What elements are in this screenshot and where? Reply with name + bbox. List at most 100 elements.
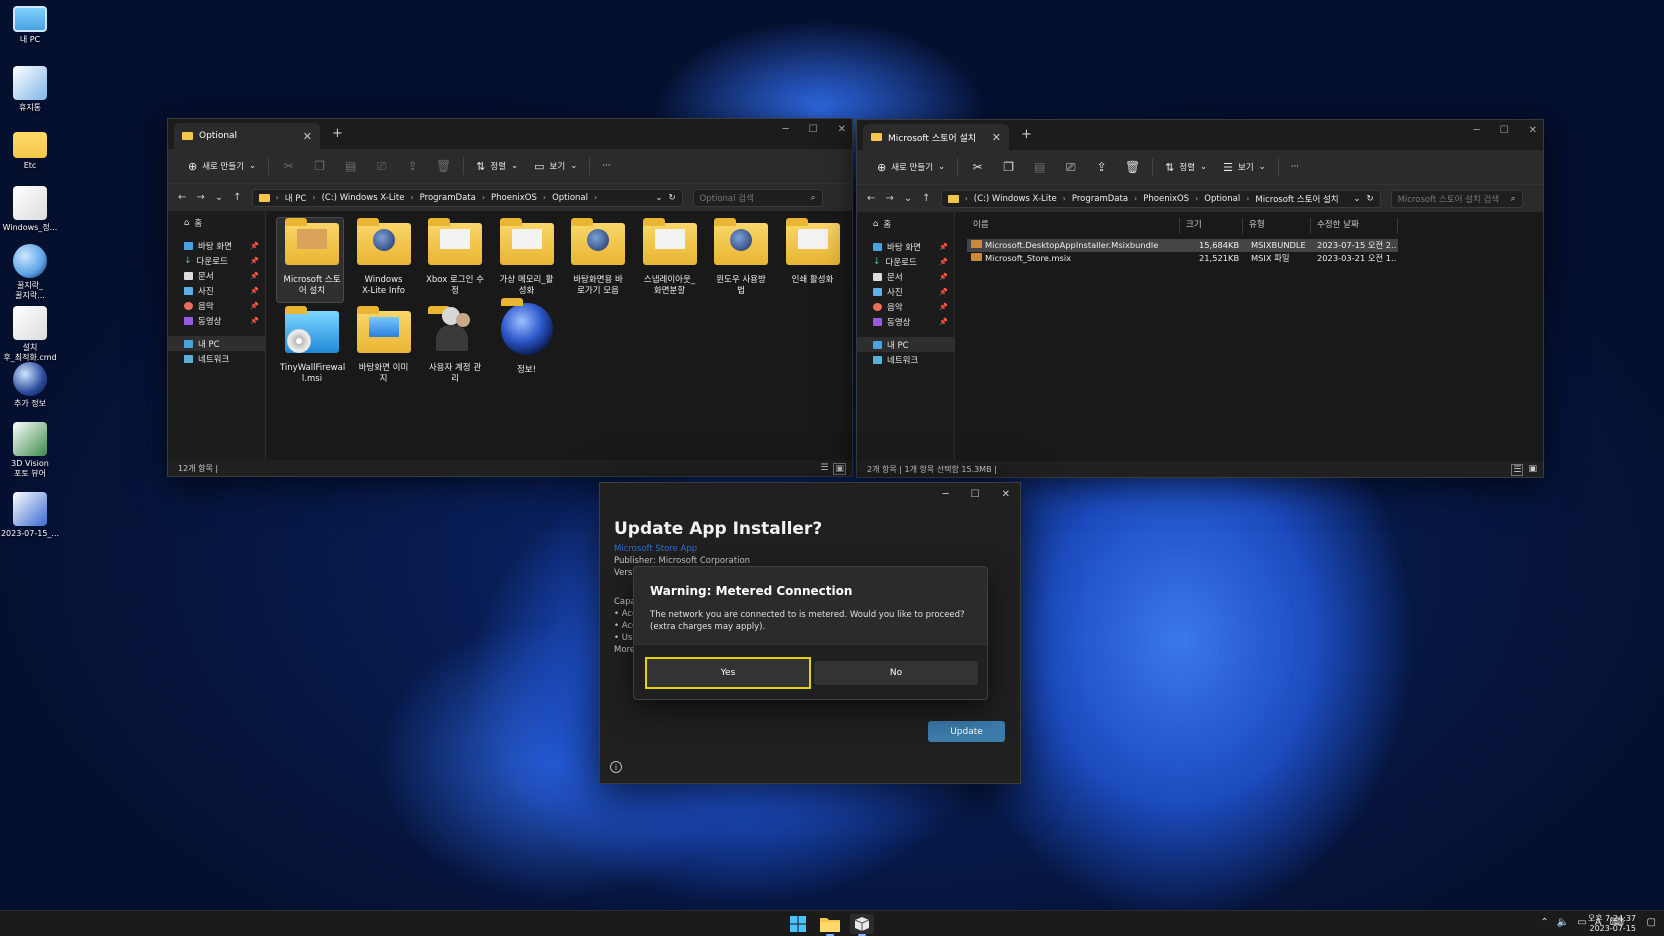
nav-videos[interactable]: 동영상 📌	[168, 313, 265, 328]
delete-button[interactable]: 🗑	[428, 154, 459, 178]
details-view-icon[interactable]: ☰	[1511, 464, 1524, 476]
sort-button[interactable]: ⇅ 정렬 ⌄	[1157, 155, 1215, 179]
notification-icon[interactable]: ▢	[1647, 917, 1656, 928]
file-grid-item[interactable]: 사용자 계정 관 리	[423, 306, 487, 385]
yes-button[interactable]: Yes	[645, 657, 811, 689]
file-grid-item[interactable]: 정보!	[495, 298, 559, 376]
copy-button[interactable]: ❐	[304, 154, 335, 178]
nav-videos[interactable]: 동영상 📌	[857, 314, 954, 329]
rename-button[interactable]: ⎚	[1055, 155, 1086, 179]
nav-music[interactable]: 음악 📌	[857, 299, 954, 314]
forward-icon[interactable]: →	[885, 193, 893, 204]
column-modified[interactable]: 수정한 날짜	[1311, 218, 1398, 234]
desktop-icon-item[interactable]: Etc	[0, 126, 60, 171]
file-grid-item[interactable]: Windows X-Lite Info	[352, 218, 416, 297]
desktop-icon-item[interactable]: 꿀지락_ 꿀지락...	[0, 244, 60, 301]
desktop-icon-item[interactable]: 3D Vision 포토 뷰어	[0, 422, 60, 479]
desktop-icon-item[interactable]: 추가 정보	[0, 362, 60, 409]
maximize-icon[interactable]: ☐	[971, 489, 980, 500]
more-button[interactable]: ···	[1283, 155, 1307, 179]
up-icon[interactable]: ↑	[233, 192, 241, 203]
chevron-down-icon[interactable]: ⌄	[655, 193, 662, 203]
nav-downloads[interactable]: ↓ 다운로드 📌	[857, 254, 954, 269]
view-button[interactable]: ▭ 보기 ⌄	[526, 154, 585, 178]
delete-button[interactable]: 🗑	[1117, 155, 1148, 179]
chevron-down-icon[interactable]: ⌄	[1353, 194, 1360, 204]
table-row[interactable]: Microsoft.DesktopAppInstaller.Msixbundle…	[967, 239, 1398, 252]
tiles-view-icon[interactable]: ▣	[833, 463, 846, 475]
file-explorer-taskbar-button[interactable]	[818, 914, 842, 936]
back-icon[interactable]: ←	[178, 192, 186, 203]
desktop-icon-item[interactable]: 내 PC	[0, 6, 60, 45]
clock[interactable]: 오후 7:24:37 2023-07-15	[1588, 914, 1636, 934]
close-tab-icon[interactable]: ✕	[303, 130, 312, 143]
new-button[interactable]: ⊕ 새로 만들기 ⌄	[869, 155, 953, 179]
breadcrumb-item[interactable]: 내 PC	[285, 192, 307, 204]
app-installer-taskbar-button[interactable]	[850, 914, 874, 936]
nav-this-pc[interactable]: 내 PC	[857, 337, 954, 352]
file-grid-item[interactable]: 가상 메모리_활 성화	[495, 218, 559, 297]
chevron-up-icon[interactable]: ⌃	[1540, 917, 1548, 928]
search-input[interactable]: Microsoft 스토어 설치 검색 ⌕	[1390, 189, 1523, 208]
recent-icon[interactable]: ⌄	[215, 192, 223, 203]
rename-button[interactable]: ⎚	[366, 154, 397, 178]
refresh-icon[interactable]: ↻	[1366, 194, 1373, 204]
copy-button[interactable]: ❐	[993, 155, 1024, 179]
update-button[interactable]: Update	[928, 721, 1005, 742]
nav-pictures[interactable]: 사진 📌	[168, 283, 265, 298]
breadcrumb-item[interactable]: ProgramData	[420, 193, 476, 203]
nav-documents[interactable]: 문서 📌	[857, 269, 954, 284]
file-grid-item[interactable]: Microsoft 스토 어 설치	[276, 217, 344, 303]
column-name[interactable]: 이름	[967, 218, 1180, 234]
cut-button[interactable]: ✂	[273, 154, 304, 178]
more-button[interactable]: ···	[594, 154, 618, 178]
file-grid-item[interactable]: 바탕화면 이미 지	[352, 306, 416, 385]
file-grid-item[interactable]: 바탕화면용 바 로가기 모음	[566, 218, 630, 297]
desktop-icon-item[interactable]: Windows_정...	[0, 186, 60, 233]
close-icon[interactable]: ✕	[1529, 125, 1537, 136]
nav-music[interactable]: 음악 📌	[168, 298, 265, 313]
breadcrumb-item[interactable]: PhoenixOS	[491, 193, 537, 203]
explorer-window-store-install[interactable]: Microsoft 스토어 설치 ✕ + ─ ☐ ✕ ⊕ 새로 만들기 ⌄ ✂ ❐ …	[856, 119, 1544, 478]
paste-button[interactable]: ▤	[335, 154, 366, 178]
breadcrumb-item[interactable]: Microsoft 스토어 설치	[1255, 193, 1338, 205]
breadcrumb[interactable]: › 내 PC › (C:) Windows X-Lite › ProgramData…	[251, 188, 683, 207]
back-icon[interactable]: ←	[867, 193, 875, 204]
cut-button[interactable]: ✂	[962, 155, 993, 179]
desktop-icon-item[interactable]: 휴지통	[0, 66, 60, 113]
desktop-icon-item[interactable]: 2023-07-15_...	[0, 492, 60, 539]
tiles-view-icon[interactable]: ▣	[1528, 464, 1537, 476]
maximize-icon[interactable]: ☐	[809, 124, 818, 135]
breadcrumb-item[interactable]: (C:) Windows X-Lite	[974, 194, 1057, 204]
info-icon[interactable]: i	[610, 761, 622, 773]
view-button[interactable]: ☰ 보기 ⌄	[1215, 155, 1274, 179]
nav-network[interactable]: 네트워크	[857, 352, 954, 367]
volume-icon[interactable]: 🔈	[1557, 917, 1569, 928]
nav-home[interactable]: ⌂ 홈	[168, 215, 265, 230]
close-icon[interactable]: ✕	[1002, 489, 1010, 500]
nav-documents[interactable]: 문서 📌	[168, 268, 265, 283]
close-tab-icon[interactable]: ✕	[992, 131, 1001, 144]
minimize-icon[interactable]: ─	[783, 124, 789, 135]
breadcrumb-item[interactable]: (C:) Windows X-Lite	[322, 193, 405, 203]
table-row[interactable]: Microsoft_Store.msix 21,521KB MSIX 파일 20…	[967, 252, 1398, 265]
breadcrumb-item[interactable]: Optional	[552, 193, 588, 203]
file-grid-item[interactable]: 스냅레이아웃_ 화면분할	[638, 218, 702, 297]
details-view-icon[interactable]: ☰	[820, 463, 828, 475]
desktop-icon-item[interactable]: 설치 후_최적화.cmd	[0, 306, 60, 363]
nav-home[interactable]: ⌂ 홈	[857, 216, 954, 231]
explorer-window-optional[interactable]: Optional ✕ + ─ ☐ ✕ ⊕ 새로 만들기 ⌄ ✂ ❐ ▤ ⎚ ⇪ 🗑 …	[167, 118, 853, 477]
close-icon[interactable]: ✕	[838, 124, 846, 135]
minimize-icon[interactable]: ─	[1474, 125, 1480, 136]
breadcrumb-item[interactable]: Optional	[1204, 194, 1240, 204]
tab-optional[interactable]: Optional ✕	[174, 123, 320, 149]
forward-icon[interactable]: →	[196, 192, 204, 203]
minimize-icon[interactable]: ─	[943, 489, 949, 500]
network-status-icon[interactable]: ▭	[1577, 917, 1586, 928]
paste-button[interactable]: ▤	[1024, 155, 1055, 179]
file-grid-item[interactable]: 인쇄 활성화	[781, 218, 845, 286]
file-grid-item[interactable]: 윈도우 사용방 법	[709, 218, 773, 297]
share-button[interactable]: ⇪	[1086, 155, 1117, 179]
column-size[interactable]: 크기	[1180, 218, 1243, 234]
nav-this-pc[interactable]: 내 PC	[168, 336, 265, 351]
